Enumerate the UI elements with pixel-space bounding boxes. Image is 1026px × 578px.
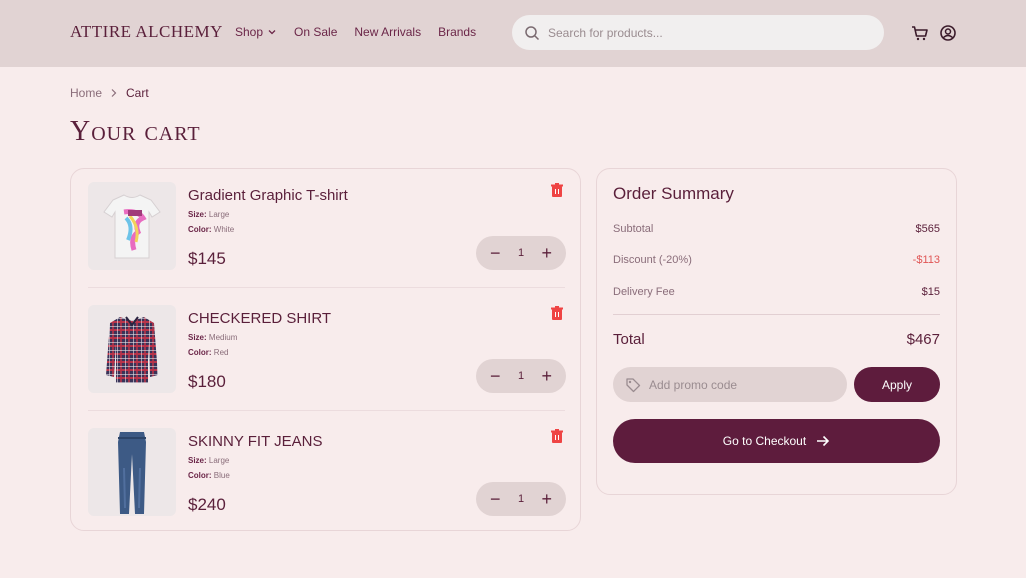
site-header: ATTIRE ALCHEMY Shop On Sale New Arrivals… [0,0,1026,67]
decrease-qty-button[interactable]: − [490,490,501,508]
arrow-right-icon [817,435,830,447]
user-account-icon[interactable] [938,23,958,43]
color-label: Color: [188,471,212,480]
main-nav: Shop On Sale New Arrivals Brands [235,25,493,39]
nav-new-arrivals[interactable]: New Arrivals [354,25,421,39]
cart-items-panel: Gradient Graphic T-shirt Size: Large Col… [70,168,581,531]
apply-promo-button[interactable]: Apply [854,367,940,402]
size-label: Size: [188,456,207,465]
breadcrumb-current: Cart [126,86,149,100]
subtotal-label: Subtotal [613,223,654,235]
chevron-right-icon [110,88,118,98]
summary-title: Order Summary [613,184,734,203]
product-price: $145 [188,249,226,268]
size-value: Large [208,456,230,465]
increase-qty-button[interactable]: + [541,367,552,385]
product-color: Color: Red [188,348,228,357]
color-value: Blue [213,471,230,480]
promo-code-input[interactable] [649,377,829,392]
product-image-tshirt[interactable] [88,182,176,270]
product-size: Size: Medium [188,333,237,342]
product-size: Size: Large [188,456,229,465]
color-value: White [213,225,235,234]
color-value: Red [213,348,229,357]
cart-item: CHECKERED SHIRT Size: Medium Color: Red … [88,305,566,405]
nav-on-sale[interactable]: On Sale [294,25,337,39]
nav-shop[interactable]: Shop [235,25,277,39]
subtotal-row: Subtotal $565 [613,223,940,235]
delivery-row: Delivery Fee $15 [613,286,940,298]
promo-code-field [613,367,847,402]
size-value: Medium [208,333,238,342]
subtotal-value: $565 [915,223,940,235]
order-summary-panel: Order Summary Subtotal $565 Discount (-2… [596,168,957,495]
trash-icon[interactable] [549,428,565,444]
item-divider [88,410,565,411]
tag-icon [626,377,641,392]
cart-item: SKINNY FIT JEANS Size: Large Color: Blue… [88,428,566,528]
product-image-shirt[interactable] [88,305,176,393]
color-label: Color: [188,348,212,357]
discount-value: -$113 [912,254,940,266]
trash-icon[interactable] [549,182,565,198]
discount-row: Discount (-20%) -$113 [613,254,940,266]
cart-item: Gradient Graphic T-shirt Size: Large Col… [88,182,566,282]
chevron-down-icon [268,30,276,35]
total-row: Total $467 [613,331,940,348]
total-value: $467 [906,331,940,348]
cart-icon[interactable] [910,23,930,43]
search-input[interactable] [548,25,848,40]
nav-brands[interactable]: Brands [438,25,476,39]
quantity-value: 1 [517,370,525,382]
breadcrumb-home[interactable]: Home [70,86,102,100]
quantity-value: 1 [517,247,525,259]
delivery-value: $15 [921,286,940,298]
size-label: Size: [188,333,207,342]
product-price: $240 [188,495,226,514]
checkout-button[interactable]: Go to Checkout [613,419,940,463]
product-name[interactable]: SKINNY FIT JEANS [188,433,322,450]
quantity-stepper: − 1 + [476,359,566,393]
size-label: Size: [188,210,207,219]
increase-qty-button[interactable]: + [541,490,552,508]
total-label: Total [613,331,645,348]
brand-logo[interactable]: ATTIRE ALCHEMY [70,22,223,42]
product-name[interactable]: CHECKERED SHIRT [188,310,331,327]
product-size: Size: Large [188,210,229,219]
item-divider [88,287,565,288]
color-label: Color: [188,225,212,234]
product-price: $180 [188,372,226,391]
product-color: Color: Blue [188,471,230,480]
delivery-label: Delivery Fee [613,286,675,298]
quantity-stepper: − 1 + [476,236,566,270]
quantity-stepper: − 1 + [476,482,566,516]
nav-shop-label: Shop [235,25,264,39]
summary-divider [613,314,940,315]
decrease-qty-button[interactable]: − [490,367,501,385]
breadcrumb: Home Cart [70,86,149,100]
decrease-qty-button[interactable]: − [490,244,501,262]
product-color: Color: White [188,225,234,234]
discount-label: Discount (-20%) [613,254,692,266]
search-bar [512,15,884,50]
product-name[interactable]: Gradient Graphic T-shirt [188,187,348,204]
trash-icon[interactable] [549,305,565,321]
quantity-value: 1 [517,493,525,505]
product-image-jeans[interactable] [88,428,176,516]
increase-qty-button[interactable]: + [541,244,552,262]
search-icon [525,25,540,40]
page-title: Your cart [70,116,201,147]
size-value: Large [208,210,230,219]
checkout-label: Go to Checkout [722,434,807,448]
